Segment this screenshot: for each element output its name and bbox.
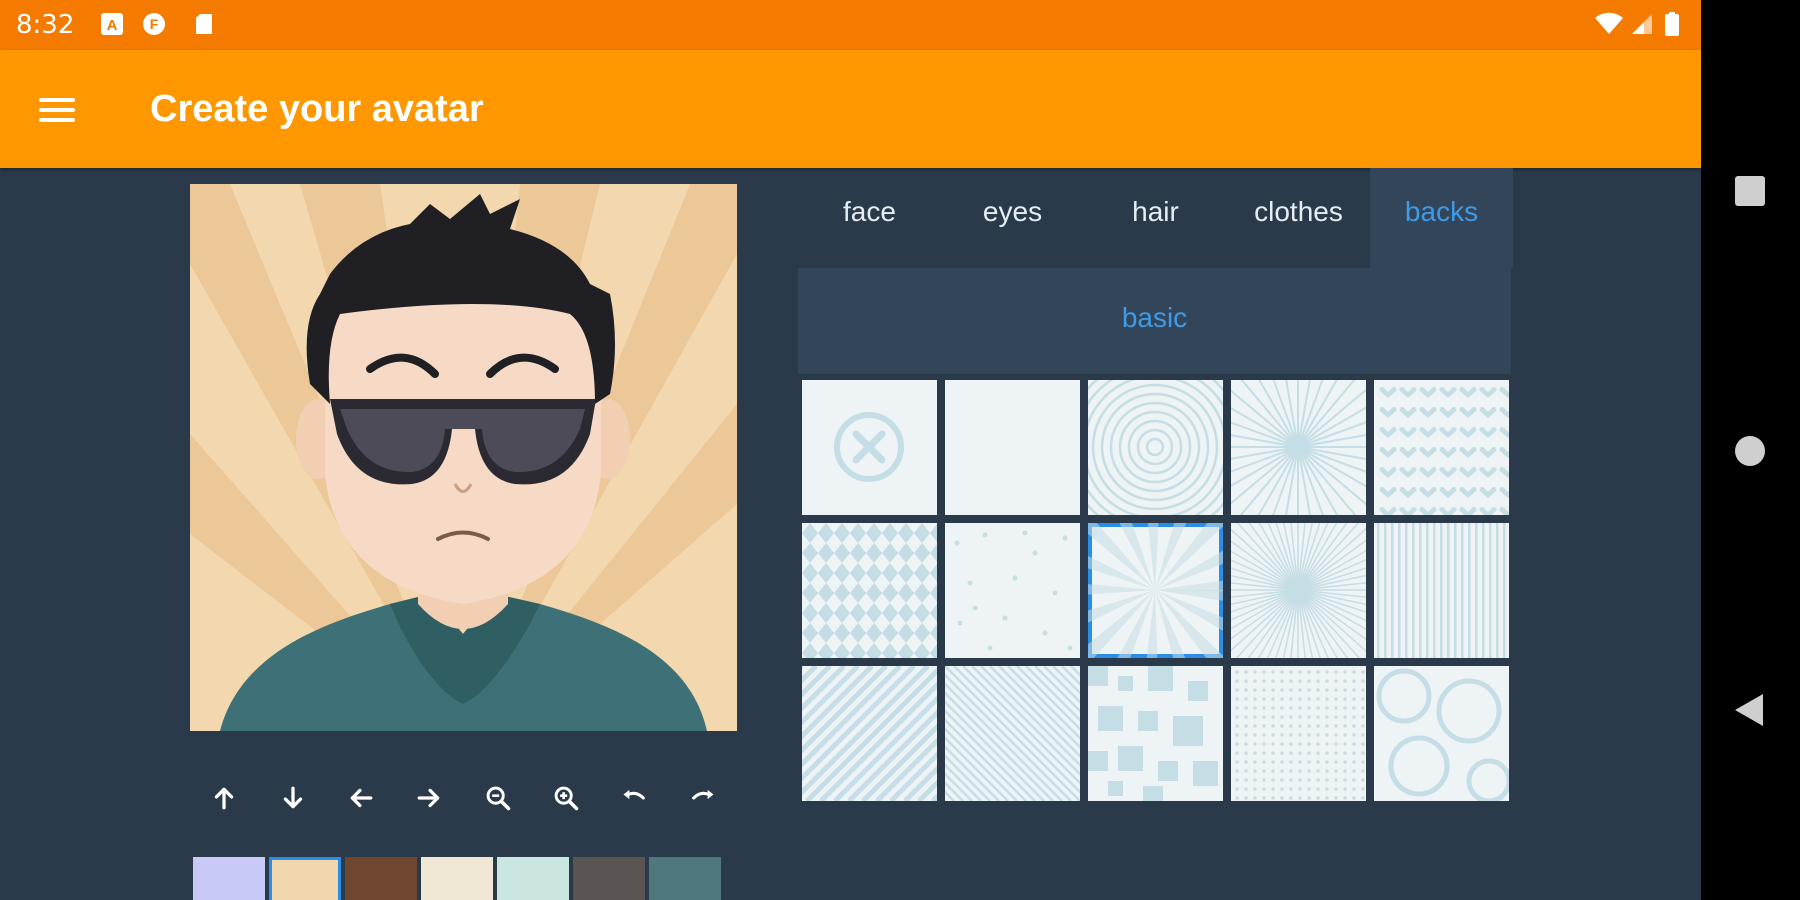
tab-backs[interactable]: backs <box>1370 168 1513 268</box>
notification-icon: F <box>143 13 165 35</box>
background-pattern <box>834 412 904 482</box>
svg-text:F: F <box>150 16 159 32</box>
tab-hair[interactable]: hair <box>1084 168 1227 268</box>
color-swatch[interactable] <box>649 857 721 900</box>
move-right-button[interactable] <box>407 776 451 820</box>
tab-eyes[interactable]: eyes <box>941 168 1084 268</box>
background-tile-none[interactable] <box>802 380 937 515</box>
system-nav-bar <box>1701 0 1800 900</box>
tab-face[interactable]: face <box>798 168 941 268</box>
background-pattern <box>945 380 1080 515</box>
arrow-right-icon <box>417 788 440 808</box>
color-swatch[interactable] <box>421 857 493 900</box>
background-tile-grid-dots[interactable] <box>1231 666 1366 801</box>
a-icon: A <box>101 13 123 35</box>
back-icon <box>1735 694 1763 726</box>
background-grid <box>802 380 1509 802</box>
recents-icon <box>1735 176 1765 206</box>
arrow-down-icon <box>283 786 302 809</box>
background-pattern <box>1235 670 1365 800</box>
move-left-button[interactable] <box>339 776 383 820</box>
zoom-in-button[interactable] <box>544 776 588 820</box>
background-tile-sunburst[interactable] <box>1231 380 1366 515</box>
redo-button[interactable] <box>681 776 725 820</box>
zoom-in-icon <box>554 786 579 811</box>
zoom-out-button[interactable] <box>476 776 520 820</box>
zoom-out-icon <box>486 786 510 811</box>
background-pattern <box>802 523 937 658</box>
background-pattern <box>1088 666 1218 801</box>
redo-icon <box>691 789 714 800</box>
avatar-preview <box>190 184 737 731</box>
background-tile-stripes-vertical[interactable] <box>1374 523 1509 658</box>
arrow-left-icon <box>350 788 373 808</box>
avatar-image <box>190 184 737 731</box>
color-swatch[interactable] <box>193 857 265 900</box>
signal-icon <box>1632 14 1652 34</box>
status-bar: 8:32 A F <box>0 0 1701 50</box>
background-tile-rays[interactable] <box>1088 523 1223 658</box>
wifi-icon <box>1595 12 1623 34</box>
background-pattern <box>802 666 937 801</box>
tab-clothes[interactable]: clothes <box>1227 168 1370 268</box>
status-time: 8:32 <box>16 10 75 40</box>
color-swatch[interactable] <box>345 857 417 900</box>
background-pattern <box>1088 380 1223 515</box>
background-tile-starburst[interactable] <box>1231 523 1366 658</box>
sd-card-icon <box>196 14 212 34</box>
undo-button[interactable] <box>612 776 656 820</box>
background-pattern <box>1088 523 1223 658</box>
background-tile-dots[interactable] <box>945 523 1080 658</box>
page-title: Create your avatar <box>150 88 484 130</box>
subcategory-panel: basic <box>798 268 1511 374</box>
recents-button[interactable] <box>1733 174 1767 213</box>
background-tile-circles[interactable] <box>1088 380 1223 515</box>
undo-icon <box>623 789 646 800</box>
background-pattern <box>954 530 1073 651</box>
background-tile-swirls[interactable] <box>1374 666 1509 801</box>
background-pattern <box>1379 387 1509 515</box>
menu-icon <box>39 98 75 122</box>
background-pattern <box>1231 380 1366 515</box>
background-pattern <box>945 666 1080 801</box>
arrow-up-icon <box>214 787 234 810</box>
background-pattern <box>1376 668 1509 801</box>
background-pattern <box>1377 523 1506 658</box>
color-swatch[interactable] <box>269 857 341 900</box>
background-tile-pixels[interactable] <box>1088 666 1223 801</box>
move-up-button[interactable] <box>202 776 246 820</box>
background-tile-diamonds[interactable] <box>802 523 937 658</box>
home-icon <box>1735 436 1765 466</box>
app-bar: Create your avatar <box>0 50 1701 168</box>
background-tile-plain[interactable] <box>945 380 1080 515</box>
battery-icon <box>1665 12 1679 36</box>
home-button[interactable] <box>1733 434 1767 473</box>
color-swatches <box>193 857 721 900</box>
svg-text:A: A <box>107 17 118 34</box>
back-button[interactable] <box>1733 692 1767 733</box>
move-down-button[interactable] <box>271 776 315 820</box>
subtab-basic[interactable]: basic <box>798 268 1511 368</box>
background-tile-stripes-diagonal[interactable] <box>802 666 937 801</box>
category-tabs: face eyes hair clothes backs <box>798 168 1513 268</box>
avatar-controls <box>190 770 737 826</box>
menu-button[interactable] <box>30 84 82 136</box>
background-pattern <box>1231 523 1366 658</box>
color-swatch[interactable] <box>573 857 645 900</box>
background-tile-stripes-diagonal-thin[interactable] <box>945 666 1080 801</box>
background-tile-hearts[interactable] <box>1374 380 1509 515</box>
app-screen: 8:32 A F Create your avatar face eyes ha… <box>0 0 1701 900</box>
color-swatch[interactable] <box>497 857 569 900</box>
